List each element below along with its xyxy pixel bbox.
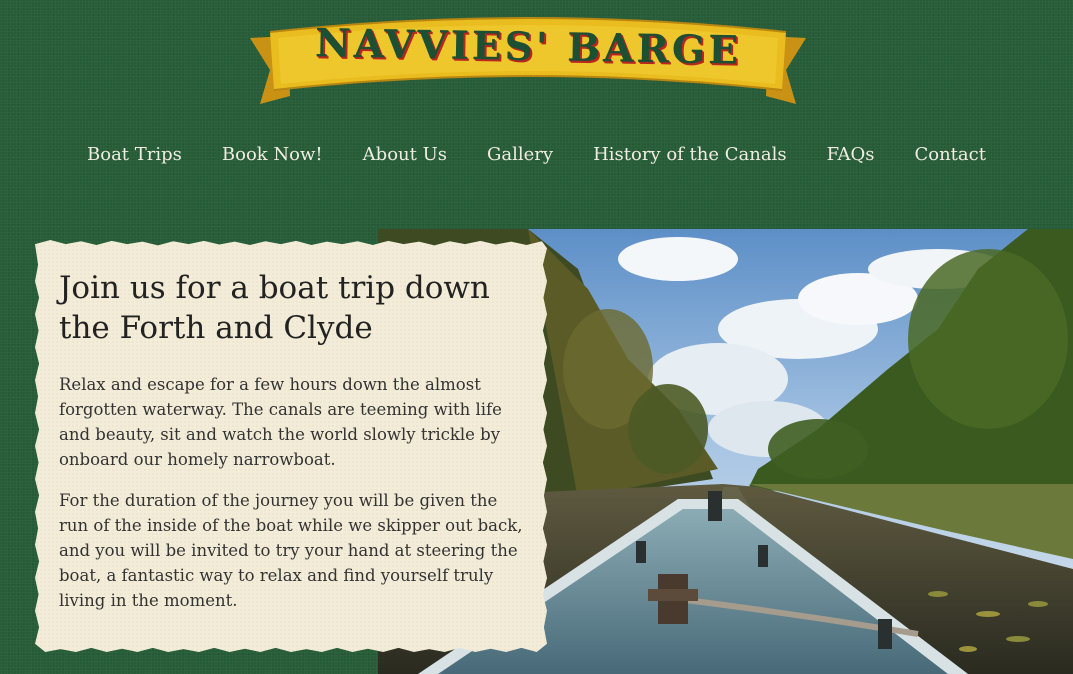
nav-item-book-now[interactable]: Book Now! (202, 140, 343, 169)
intro-paragraph-2: For the duration of the journey you will… (59, 491, 523, 610)
intro-paragraph-1: Relax and escape for a few hours down th… (59, 375, 502, 469)
main-nav: Boat Trips Book Now! About Us Gallery Hi… (0, 140, 1073, 169)
nav-item-history-of-the-canals[interactable]: History of the Canals (573, 140, 807, 169)
nav-item-faqs[interactable]: FAQs (807, 140, 895, 169)
nav-item-gallery[interactable]: Gallery (467, 140, 573, 169)
nav-item-about-us[interactable]: About Us (343, 140, 467, 169)
logo-text: NAVVIES' BARGE (314, 20, 742, 74)
intro-heading: Join us for a boat trip down the Forth a… (59, 270, 490, 346)
intro-card: Join us for a boat trip down the Forth a… (35, 240, 547, 652)
nav-item-boat-trips[interactable]: Boat Trips (67, 140, 202, 169)
nav-item-contact[interactable]: Contact (894, 140, 1005, 169)
site-logo[interactable]: NAVVIES' BARGE (248, 8, 808, 106)
